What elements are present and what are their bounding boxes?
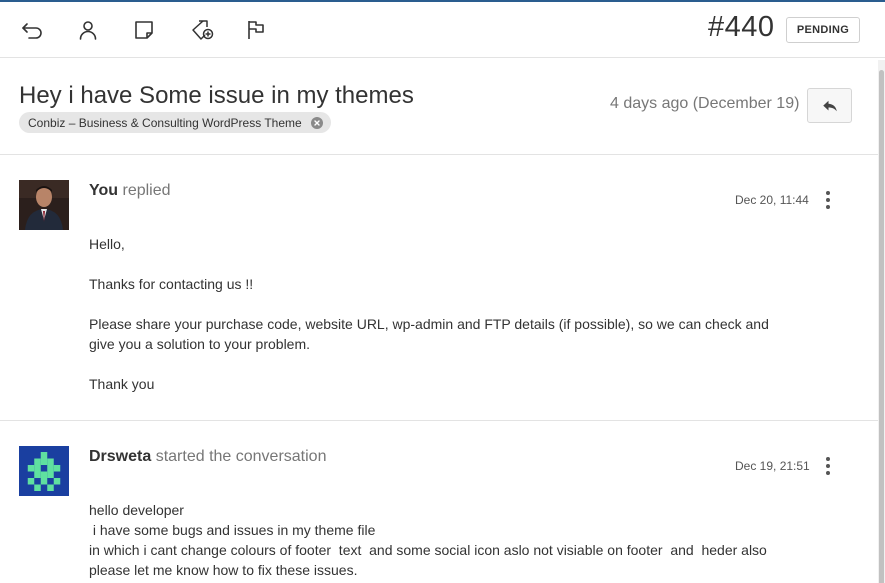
author-name: You xyxy=(89,182,119,199)
message-line: i have some bugs and issues in my theme … xyxy=(89,522,376,538)
message-timestamp: Dec 20, 11:44 xyxy=(735,193,809,207)
reply-icon xyxy=(822,100,837,111)
message-line: please let me know how to fix these issu… xyxy=(89,562,358,578)
author-name: Drsweta xyxy=(89,448,152,465)
note-icon[interactable] xyxy=(130,16,158,44)
toolbar: #440 PENDING xyxy=(0,2,885,58)
message-line: Thank you xyxy=(89,376,155,392)
message-line: in which i cant change colours of footer… xyxy=(89,542,767,558)
message-line: Please share your purchase code, website… xyxy=(89,316,769,332)
message-timestamp: Dec 19, 21:51 xyxy=(735,459,810,473)
tag-add-icon[interactable] xyxy=(188,16,216,44)
ticket-subject: Hey i have Some issue in my themes xyxy=(19,82,414,109)
ticket-number: #440 xyxy=(708,11,775,43)
message-line: Hello, xyxy=(89,236,125,252)
ticket-age: 4 days ago (December 19) xyxy=(610,95,800,112)
author-action: started the conversation xyxy=(155,448,327,465)
thread-message: Drsweta started the conversation Dec 19,… xyxy=(0,421,878,583)
message-author: You replied xyxy=(89,182,171,200)
more-vertical-icon[interactable] xyxy=(818,455,838,477)
back-icon[interactable] xyxy=(18,16,46,44)
user-icon[interactable] xyxy=(74,16,102,44)
message-author: Drsweta started the conversation xyxy=(89,448,326,466)
message-line: give you a solution to your problem. xyxy=(89,336,311,352)
reply-button[interactable] xyxy=(807,88,852,123)
thread-message: You replied Dec 20, 11:44 Hello, Thanks … xyxy=(0,155,878,421)
message-body: hello developer i have some bugs and iss… xyxy=(89,500,767,580)
avatar xyxy=(19,446,69,496)
product-tag-label: Conbiz – Business & Consulting WordPress… xyxy=(28,115,302,130)
author-action: replied xyxy=(122,182,171,199)
status-badge[interactable]: PENDING xyxy=(786,17,860,43)
message-line: hello developer xyxy=(89,502,184,518)
close-icon[interactable] xyxy=(310,116,323,129)
avatar xyxy=(19,180,69,230)
message-line: Thanks for contacting us !! xyxy=(89,276,254,292)
scrollbar-thumb[interactable] xyxy=(879,70,884,583)
flag-icon[interactable] xyxy=(242,16,270,44)
product-tag: Conbiz – Business & Consulting WordPress… xyxy=(19,112,331,133)
more-vertical-icon[interactable] xyxy=(818,189,838,211)
message-body: Hello, Thanks for contacting us !! Pleas… xyxy=(89,234,769,394)
scrollbar[interactable] xyxy=(878,60,885,583)
ticket-header: Hey i have Some issue in my themes Conbi… xyxy=(0,58,878,155)
